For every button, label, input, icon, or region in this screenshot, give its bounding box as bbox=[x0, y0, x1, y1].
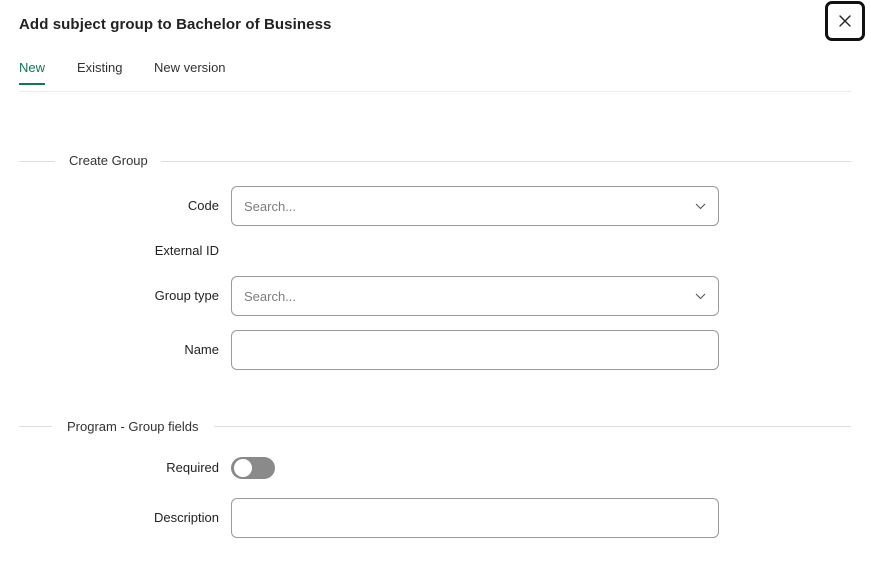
close-icon bbox=[839, 15, 851, 27]
tab-new-version[interactable]: New version bbox=[154, 60, 226, 85]
group-type-select[interactable]: Search... bbox=[231, 276, 719, 316]
name-label: Name bbox=[184, 342, 219, 357]
chevron-down-icon bbox=[694, 200, 706, 212]
code-placeholder: Search... bbox=[244, 198, 297, 214]
group-type-label: Group type bbox=[154, 288, 219, 303]
section-divider bbox=[19, 426, 52, 427]
section-title-create-group: Create Group bbox=[69, 153, 148, 168]
group-type-placeholder: Search... bbox=[244, 288, 297, 304]
toggle-knob bbox=[234, 459, 252, 477]
tab-bar: New Existing New version bbox=[19, 60, 851, 92]
section-title-program-group-fields: Program - Group fields bbox=[67, 419, 199, 434]
section-divider bbox=[161, 161, 851, 162]
code-label: Code bbox=[187, 198, 219, 213]
section-divider bbox=[19, 161, 55, 162]
code-select[interactable]: Search... bbox=[231, 186, 719, 226]
description-label: Description bbox=[153, 510, 219, 525]
description-input[interactable] bbox=[231, 498, 719, 538]
section-divider bbox=[214, 426, 851, 427]
required-toggle[interactable] bbox=[231, 457, 275, 479]
close-button[interactable] bbox=[825, 1, 865, 41]
dialog-title: Add subject group to Bachelor of Busines… bbox=[19, 16, 332, 33]
required-label: Required bbox=[166, 460, 219, 475]
chevron-down-icon bbox=[694, 290, 706, 302]
tab-new[interactable]: New bbox=[19, 60, 46, 85]
tab-existing[interactable]: Existing bbox=[77, 60, 123, 85]
name-input[interactable] bbox=[231, 330, 719, 370]
tabs-divider bbox=[19, 91, 851, 92]
external-id-label: External ID bbox=[154, 243, 219, 258]
